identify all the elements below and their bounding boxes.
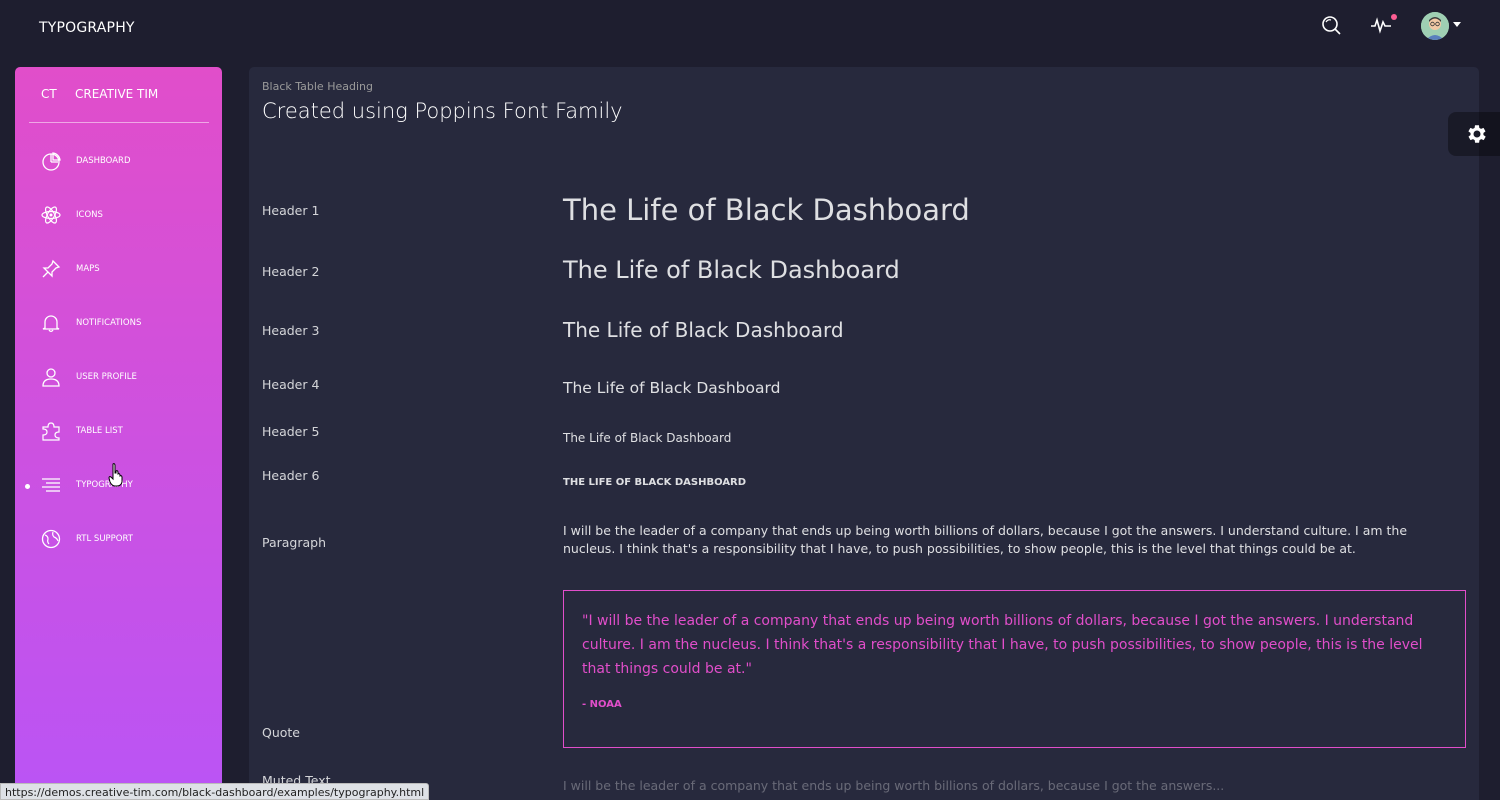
row-label-quote: Quote <box>262 725 301 740</box>
header-4-sample: The Life of Black Dashboard <box>563 379 781 397</box>
header-1-sample: The Life of Black Dashboard <box>563 193 970 227</box>
sidebar-item-user-profile[interactable]: USER PROFILE <box>15 359 222 399</box>
chart-pie-icon <box>41 151 61 171</box>
sidebar-item-dashboard[interactable]: DASHBOARD <box>15 143 222 183</box>
sidebar-item-label: MAPS <box>76 264 100 274</box>
notification-dot <box>1391 14 1397 20</box>
row-label-header-1: Header 1 <box>262 203 320 218</box>
typography-card: Black Table Heading Created using Poppin… <box>249 67 1479 800</box>
quote-text: "I will be the leader of a company that … <box>582 613 1423 677</box>
status-bar-url: https://demos.creative-tim.com/black-das… <box>0 783 430 800</box>
pulse-icon[interactable] <box>1370 14 1392 40</box>
card-title: Created using Poppins Font Family <box>262 99 623 123</box>
sidebar-item-label: DASHBOARD <box>76 156 131 166</box>
sidebar: CT CREATIVE TIM DASHBOARD ICONS MAPS NOT… <box>15 67 222 800</box>
row-label-header-6: Header 6 <box>262 468 320 483</box>
bell-icon <box>41 313 61 333</box>
sidebar-item-label: USER PROFILE <box>76 372 137 382</box>
header-3-sample: The Life of Black Dashboard <box>563 318 844 342</box>
quote-author: - NOAA <box>582 699 622 710</box>
settings-toggle[interactable] <box>1448 112 1500 156</box>
paragraph-sample: I will be the leader of a company that e… <box>563 523 1408 556</box>
row-label-header-5: Header 5 <box>262 424 320 439</box>
row-label-header-2: Header 2 <box>262 264 320 279</box>
puzzle-icon <box>41 421 61 441</box>
muted-text-sample: I will be the leader of a company that e… <box>563 778 1225 793</box>
world-icon <box>41 529 61 549</box>
sidebar-divider <box>29 122 209 123</box>
row-label-header-3: Header 3 <box>262 323 320 338</box>
avatar[interactable] <box>1421 12 1449 40</box>
navbar-brand-title[interactable]: TYPOGRAPHY <box>39 20 135 36</box>
card-category: Black Table Heading <box>262 80 373 93</box>
row-label-paragraph: Paragraph <box>262 535 327 550</box>
hand-cursor-icon <box>108 463 124 491</box>
user-icon <box>41 367 61 387</box>
header-5-sample: The Life of Black Dashboard <box>563 431 732 445</box>
sidebar-item-notifications[interactable]: NOTIFICATIONS <box>15 305 222 345</box>
sidebar-item-label: NOTIFICATIONS <box>76 318 142 328</box>
sidebar-item-rtl-support[interactable]: RTL SUPPORT <box>15 521 222 561</box>
align-center-icon <box>41 475 61 495</box>
sidebar-item-label: TYPOGRAPHY <box>76 480 133 490</box>
gear-icon <box>1468 125 1486 143</box>
sidebar-item-label: ICONS <box>76 210 103 220</box>
header-2-sample: The Life of Black Dashboard <box>563 256 900 284</box>
sidebar-item-label: RTL SUPPORT <box>76 534 133 544</box>
header-6-sample: THE LIFE OF BLACK DASHBOARD <box>563 477 747 488</box>
sidebar-item-maps[interactable]: MAPS <box>15 251 222 291</box>
top-navbar: TYPOGRAPHY <box>0 0 1500 58</box>
sidebar-item-table-list[interactable]: TABLE LIST <box>15 413 222 453</box>
caret-down-icon[interactable] <box>1453 22 1461 27</box>
atom-icon <box>41 205 61 225</box>
sidebar-item-label: TABLE LIST <box>76 426 123 436</box>
blockquote: "I will be the leader of a company that … <box>563 590 1466 748</box>
sidebar-logo-mini[interactable]: CT <box>41 87 57 101</box>
search-icon[interactable] <box>1320 14 1342 40</box>
pin-icon <box>41 259 61 279</box>
active-indicator <box>25 484 30 489</box>
sidebar-item-icons[interactable]: ICONS <box>15 197 222 237</box>
row-label-header-4: Header 4 <box>262 377 320 392</box>
sidebar-logo-text[interactable]: CREATIVE TIM <box>75 87 158 101</box>
